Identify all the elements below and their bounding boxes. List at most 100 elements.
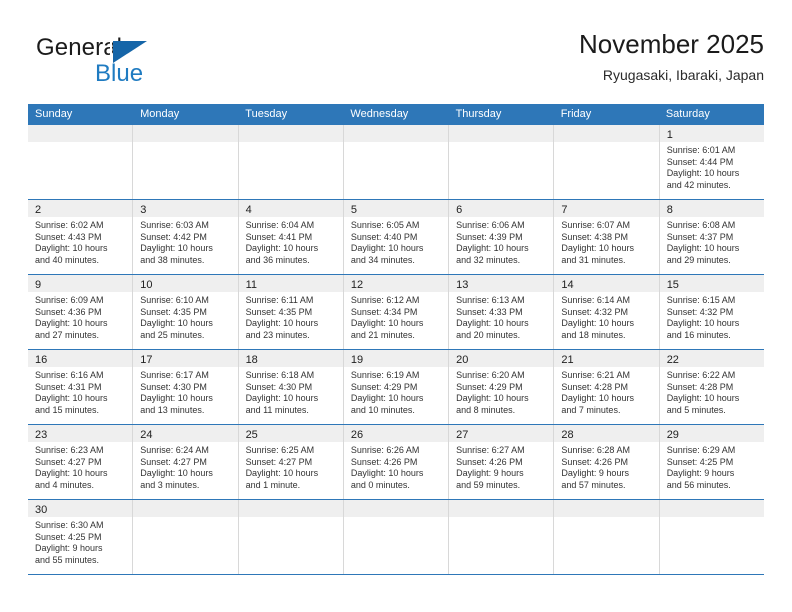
calendar-day-cell[interactable]: 23 Sunrise: 6:23 AM Sunset: 4:27 PM Dayligh…	[28, 425, 134, 499]
day-number-band: 24	[133, 425, 238, 442]
calendar-day-cell[interactable]: 4 Sunrise: 6:04 AM Sunset: 4:41 PM Daylight…	[238, 200, 344, 274]
sunset-time: Sunset: 4:38 PM	[561, 231, 628, 242]
sunrise-time: Sunrise: 6:11 AM	[245, 295, 314, 305]
daylight-duration-line1: Daylight: 10 hours	[245, 393, 319, 404]
calendar-day-cell[interactable]: 28 Sunrise: 6:28 AM Sunset: 4:26 PM Dayligh…	[554, 425, 660, 499]
calendar-day-cell[interactable]: 2 Sunrise: 6:02 AM Sunset: 4:43 PM Daylight…	[28, 200, 134, 274]
day-number-band	[554, 500, 659, 517]
calendar-day-cell[interactable]: 13 Sunrise: 6:13 AM Sunset: 4:33 PM Dayligh…	[449, 275, 555, 349]
sunrise-time: Sunrise: 6:01 AM	[666, 145, 736, 155]
day-number: 22	[666, 354, 679, 366]
calendar-day-cell[interactable]: 12 Sunrise: 6:12 AM Sunset: 4:34 PM Dayligh…	[343, 275, 450, 349]
sunset-time: Sunset: 4:26 PM	[350, 456, 418, 467]
calendar-day-cell[interactable]: 20 Sunrise: 6:20 AM Sunset: 4:29 PM Dayligh…	[449, 350, 555, 424]
calendar-day-cell[interactable]: 26 Sunrise: 6:26 AM Sunset: 4:26 PM Dayligh…	[343, 425, 450, 499]
calendar-day-cell[interactable]: 7 Sunrise: 6:07 AM Sunset: 4:38 PM Daylight…	[554, 200, 660, 274]
daylight-duration-line1: Daylight: 10 hours	[245, 318, 319, 329]
day-number-band: 19	[343, 350, 449, 367]
day-number-band: 23	[28, 425, 133, 442]
day-details	[343, 142, 449, 145]
calendar-day-cell[interactable]: 15 Sunrise: 6:15 AM Sunset: 4:32 PM Dayligh…	[659, 275, 764, 349]
calendar-day-cell[interactable]: 6 Sunrise: 6:06 AM Sunset: 4:39 PM Daylight…	[449, 200, 555, 274]
daylight-duration-line2: and 36 minutes.	[245, 254, 310, 265]
calendar-day-cell[interactable]: 8 Sunrise: 6:08 AM Sunset: 4:37 PM Daylight…	[659, 200, 764, 274]
daylight-duration-line2: and 34 minutes.	[350, 254, 415, 265]
day-details: Sunrise: 6:01 AM Sunset: 4:44 PM Daylight:…	[660, 142, 764, 191]
calendar-day-cell[interactable]: 17 Sunrise: 6:17 AM Sunset: 4:30 PM Dayligh…	[133, 350, 239, 424]
day-details: Sunrise: 6:02 AM Sunset: 4:43 PM Daylight:…	[28, 217, 132, 266]
weekday-header-wednesday: Wednesday	[350, 108, 409, 120]
calendar-day-cell[interactable]: 24 Sunrise: 6:24 AM Sunset: 4:27 PM Dayligh…	[133, 425, 239, 499]
day-details: Sunrise: 6:22 AM Sunset: 4:28 PM Daylight:…	[660, 367, 764, 416]
day-number-band	[659, 500, 764, 517]
sunrise-time: Sunrise: 6:18 AM	[245, 370, 315, 380]
sunset-time: Sunset: 4:36 PM	[35, 306, 102, 317]
day-details: Sunrise: 6:17 AM Sunset: 4:30 PM Daylight:…	[133, 367, 237, 416]
calendar-day-cell[interactable]: 16 Sunrise: 6:16 AM Sunset: 4:31 PM Dayligh…	[28, 350, 134, 424]
calendar-day-cell[interactable]: 11 Sunrise: 6:11 AM Sunset: 4:35 PM Dayligh…	[238, 275, 344, 349]
page-title: November 2025	[579, 29, 764, 59]
day-details: Sunrise: 6:10 AM Sunset: 4:35 PM Daylight:…	[133, 292, 237, 341]
calendar-day-cell[interactable]: 1 Sunrise: 6:01 AM Sunset: 4:44 PM Daylight…	[659, 125, 764, 199]
day-details: Sunrise: 6:16 AM Sunset: 4:31 PM Daylight:…	[28, 367, 132, 416]
daylight-duration-line2: and 55 minutes.	[35, 554, 100, 565]
day-number-band: 10	[133, 275, 238, 292]
sunset-time: Sunset: 4:29 PM	[350, 381, 418, 392]
calendar-day-cell[interactable]: 27 Sunrise: 6:27 AM Sunset: 4:26 PM Dayligh…	[449, 425, 555, 499]
day-details: Sunrise: 6:08 AM Sunset: 4:37 PM Daylight:…	[660, 217, 764, 266]
calendar-day-cell[interactable]: 30 Sunrise: 6:30 AM Sunset: 4:25 PM Dayligh…	[28, 500, 134, 574]
calendar-day-cell[interactable]: 29 Sunrise: 6:29 AM Sunset: 4:25 PM Dayligh…	[659, 425, 764, 499]
day-number-band	[554, 125, 659, 142]
daylight-duration-line1: Daylight: 10 hours	[140, 393, 213, 404]
calendar-day-cell[interactable]: 18 Sunrise: 6:18 AM Sunset: 4:30 PM Dayligh…	[238, 350, 344, 424]
day-number: 10	[140, 279, 153, 291]
day-number-band: 29	[659, 425, 764, 442]
day-number-band: 26	[343, 425, 449, 442]
daylight-duration-line1: Daylight: 9 hours	[35, 543, 103, 554]
day-number-band	[449, 500, 554, 517]
calendar-day-cell[interactable]: 10 Sunrise: 6:10 AM Sunset: 4:35 PM Dayligh…	[133, 275, 239, 349]
calendar-day-cell-empty	[343, 125, 450, 199]
daylight-duration-line2: and 10 minutes.	[350, 404, 415, 415]
calendar-day-cell[interactable]: 22 Sunrise: 6:22 AM Sunset: 4:28 PM Dayligh…	[659, 350, 764, 424]
calendar-day-cell[interactable]: 3 Sunrise: 6:03 AM Sunset: 4:42 PM Daylight…	[133, 200, 239, 274]
daylight-duration-line1: Daylight: 10 hours	[350, 318, 424, 329]
sunrise-time: Sunrise: 6:13 AM	[456, 295, 525, 305]
day-number-band: 28	[554, 425, 659, 442]
sunset-time: Sunset: 4:33 PM	[456, 306, 523, 317]
day-details	[554, 142, 659, 145]
daylight-duration-line1: Daylight: 10 hours	[245, 468, 319, 479]
day-number: 7	[561, 204, 568, 216]
calendar-grid: Sunday Monday Tuesday Wednesday Thursday…	[28, 104, 764, 575]
calendar-week-row: 2 Sunrise: 6:02 AM Sunset: 4:43 PM Daylight…	[28, 200, 764, 275]
day-number-band: 12	[343, 275, 449, 292]
calendar-day-cell[interactable]: 19 Sunrise: 6:19 AM Sunset: 4:29 PM Dayligh…	[343, 350, 450, 424]
general-blue-logo[interactable]: General Blue	[36, 34, 246, 94]
day-number: 11	[245, 279, 257, 291]
day-details	[449, 517, 554, 520]
calendar-day-cell-empty	[449, 125, 555, 199]
daylight-duration-line2: and 40 minutes.	[35, 254, 100, 265]
calendar-day-cell[interactable]: 9 Sunrise: 6:09 AM Sunset: 4:36 PM Daylight…	[28, 275, 134, 349]
sunrise-time: Sunrise: 6:27 AM	[456, 445, 525, 455]
daylight-duration-line2: and 38 minutes.	[140, 254, 205, 265]
sunset-time: Sunset: 4:26 PM	[561, 456, 628, 467]
day-details: Sunrise: 6:20 AM Sunset: 4:29 PM Daylight:…	[449, 367, 553, 416]
calendar-day-cell[interactable]: 5 Sunrise: 6:05 AM Sunset: 4:40 PM Daylight…	[343, 200, 450, 274]
day-number: 12	[350, 279, 364, 291]
daylight-duration-line2: and 56 minutes.	[666, 479, 731, 490]
day-number-band: 9	[28, 275, 133, 292]
day-details: Sunrise: 6:28 AM Sunset: 4:26 PM Daylight:…	[554, 442, 658, 491]
sunset-time: Sunset: 4:30 PM	[140, 381, 207, 392]
calendar-day-cell[interactable]: 25 Sunrise: 6:25 AM Sunset: 4:27 PM Dayligh…	[238, 425, 344, 499]
daylight-duration-line2: and 59 minutes.	[456, 479, 521, 490]
calendar-day-cell[interactable]: 21 Sunrise: 6:21 AM Sunset: 4:28 PM Dayligh…	[554, 350, 660, 424]
daylight-duration-line2: and 13 minutes.	[140, 404, 205, 415]
calendar-day-cell-empty	[449, 500, 555, 574]
calendar-day-cell-empty	[28, 125, 134, 199]
day-number-band: 13	[449, 275, 554, 292]
calendar-day-cell-empty	[133, 500, 239, 574]
calendar-weeks: 1 Sunrise: 6:01 AM Sunset: 4:44 PM Daylight…	[28, 125, 764, 575]
day-details: Sunrise: 6:26 AM Sunset: 4:26 PM Daylight:…	[344, 442, 448, 491]
calendar-day-cell[interactable]: 14 Sunrise: 6:14 AM Sunset: 4:32 PM Dayligh…	[554, 275, 660, 349]
